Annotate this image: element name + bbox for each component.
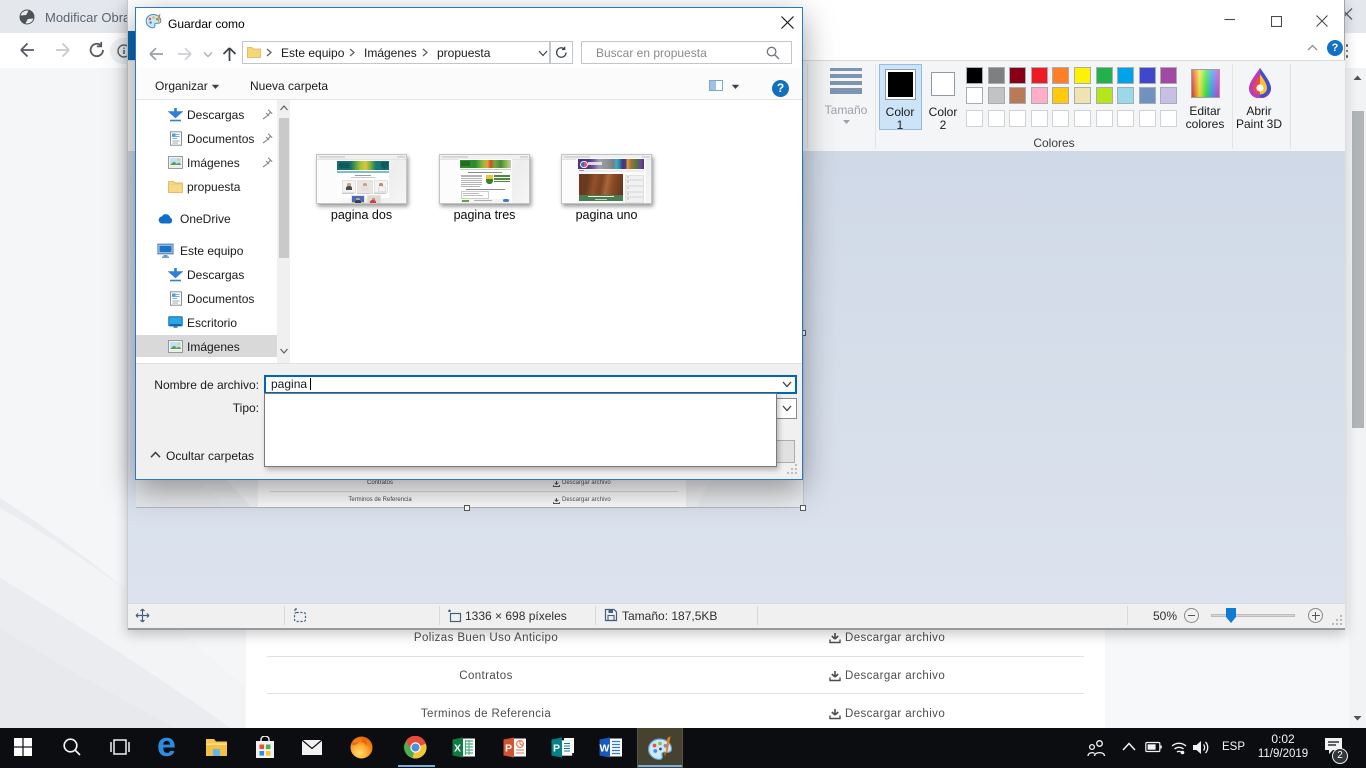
svg-text:X: X xyxy=(454,743,461,755)
svg-text:P: P xyxy=(505,743,512,755)
svg-text:W: W xyxy=(600,743,610,755)
svg-text:P: P xyxy=(553,743,560,755)
